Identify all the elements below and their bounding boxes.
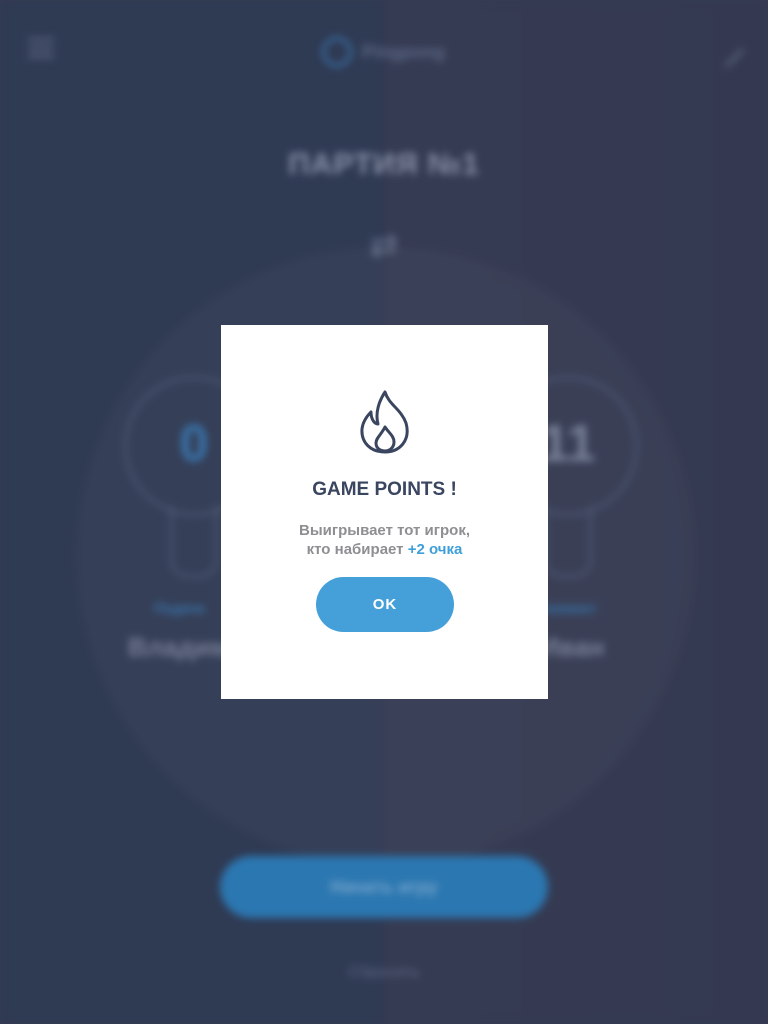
dialog-message-points: +2 очка — [407, 541, 463, 558]
dialog-message-line2: кто набирает +2 очка — [221, 540, 548, 559]
dialog-title: GAME POINTS ! — [312, 479, 457, 500]
dialog-message-prefix: кто набирает — [306, 541, 408, 558]
game-points-dialog: GAME POINTS ! Выигрывает тот игрок, кто … — [221, 325, 548, 699]
fire-icon — [360, 390, 409, 454]
dialog-message-line1: Выигрывает тот игрок, — [298, 522, 471, 539]
dialog-message: Выигрывает тот игрок, кто набирает +2 оч… — [221, 521, 548, 559]
ok-button[interactable]: OK — [316, 577, 454, 632]
